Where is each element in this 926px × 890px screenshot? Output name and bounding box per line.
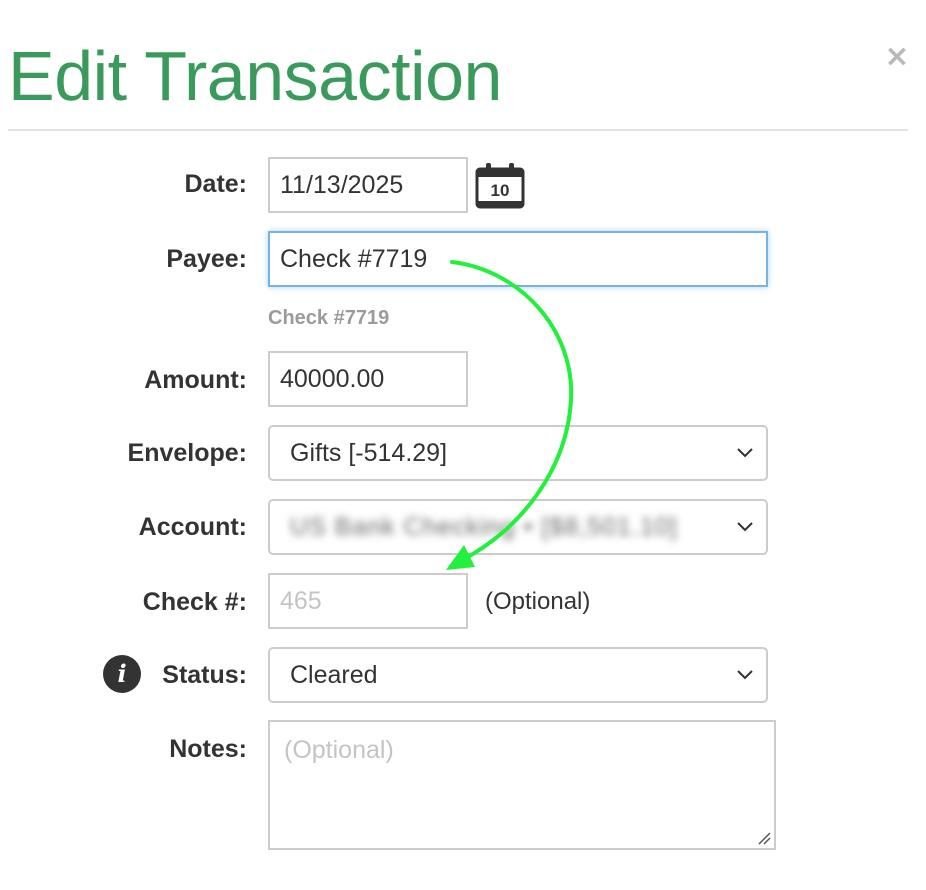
date-label: Date: (184, 170, 247, 198)
calendar-day: 10 (491, 181, 510, 200)
chevron-down-icon (737, 448, 753, 458)
account-select[interactable]: US Bank Checking • [$8,501.10] (268, 499, 768, 555)
status-select[interactable]: Cleared (268, 647, 768, 703)
check-number-input[interactable]: 465 (268, 573, 468, 629)
payee-label: Payee: (166, 245, 247, 273)
envelope-select[interactable]: Gifts [-514.29] (268, 425, 768, 481)
payee-suggestion[interactable]: Check #7719 (268, 307, 389, 330)
notes-placeholder: (Optional) (284, 736, 394, 764)
amount-value: 40000.00 (280, 364, 385, 393)
status-selected: Cleared (290, 660, 378, 689)
check-number-label: Check #: (142, 588, 247, 616)
notes-label: Notes: (169, 735, 247, 763)
chevron-down-icon (737, 670, 753, 680)
notes-textarea[interactable]: (Optional) (268, 720, 776, 850)
envelope-selected: Gifts [-514.29] (290, 438, 448, 467)
date-input[interactable]: 11/13/2025 (268, 157, 468, 213)
payee-input[interactable]: Check #7719 (268, 231, 768, 287)
chevron-down-icon (737, 522, 753, 532)
status-label: Status: (162, 661, 247, 689)
envelope-label: Envelope: (127, 439, 247, 467)
close-icon[interactable]: × (884, 42, 910, 72)
dialog-title: Edit Transaction (8, 37, 502, 115)
amount-input[interactable]: 40000.00 (268, 351, 468, 407)
payee-value: Check #7719 (280, 244, 428, 273)
amount-label: Amount: (144, 366, 247, 394)
title-divider (8, 129, 908, 131)
check-number-optional-note: (Optional) (485, 588, 591, 615)
account-selected: US Bank Checking • [$8,501.10] (290, 512, 678, 541)
resize-handle-icon[interactable] (755, 829, 771, 845)
calendar-icon[interactable]: 10 (474, 161, 526, 216)
check-number-placeholder: 465 (280, 586, 322, 615)
account-label: Account: (138, 513, 247, 541)
date-value: 11/13/2025 (280, 170, 404, 199)
